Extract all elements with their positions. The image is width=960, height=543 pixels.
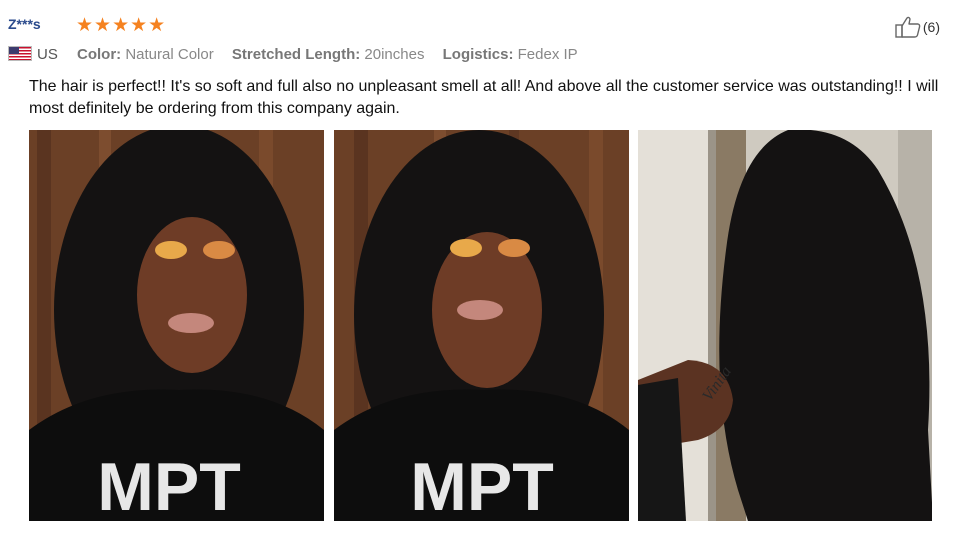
star-rating: ★★★★★: [76, 15, 167, 36]
helpful-button[interactable]: (6): [895, 16, 940, 38]
photo-woman-curly-wig: MPT: [334, 130, 629, 521]
attribute-value: Natural Color: [125, 46, 214, 63]
review-attributes: Color: Natural Color Stretched Length: 2…: [77, 46, 592, 63]
review-photo-3[interactable]: Vinita: [638, 130, 932, 521]
shirt-print: MPT: [97, 449, 241, 521]
photo-woman-curly-wig: MPT: [29, 130, 324, 521]
review-photo-2[interactable]: MPT: [334, 130, 629, 521]
attribute-logistics: Logistics: Fedex IP: [443, 46, 578, 63]
reviewer-country: US: [37, 46, 58, 63]
reviewer-name: Z***s: [8, 16, 41, 32]
attribute-key: Logistics:: [442, 46, 514, 63]
attribute-key: Stretched Length:: [231, 46, 361, 63]
helpful-count: (6): [922, 19, 940, 35]
review-text: The hair is perfect!! It's so soft and f…: [29, 78, 939, 117]
photo-wig-back-view: Vinita: [638, 130, 932, 521]
attribute-value: Fedex IP: [517, 46, 578, 63]
review-photo-1[interactable]: MPT: [29, 130, 324, 521]
us-flag-icon: [8, 46, 32, 61]
attribute-key: Color:: [77, 46, 122, 63]
thumbs-up-icon[interactable]: [895, 16, 921, 38]
shirt-print: MPT: [410, 449, 554, 521]
attribute-value: 20inches: [364, 46, 425, 63]
review-header: Z***s ★★★★★ US Color: Natural Color Stre…: [8, 12, 952, 72]
attribute-color: Color: Natural Color: [77, 46, 218, 63]
attribute-length: Stretched Length: 20inches: [232, 46, 429, 63]
